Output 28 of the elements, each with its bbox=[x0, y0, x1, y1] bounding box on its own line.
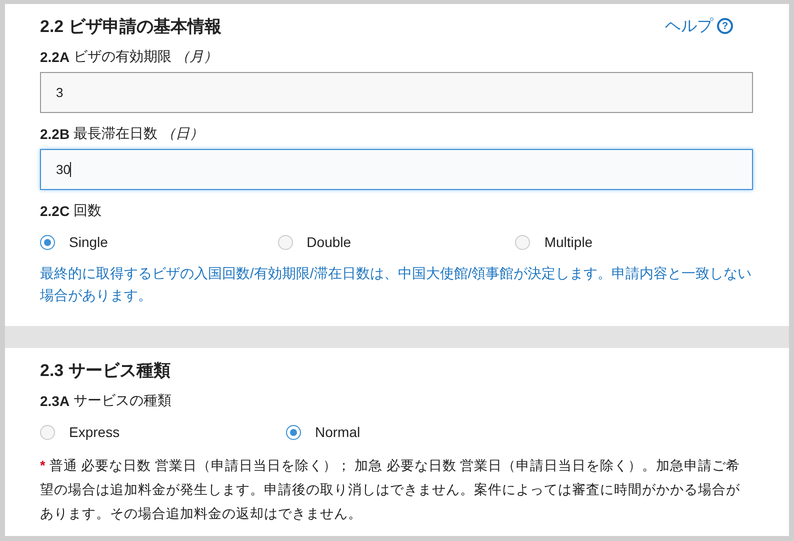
radio-button[interactable] bbox=[40, 424, 55, 440]
field-unit: （日） bbox=[162, 125, 204, 143]
option-label[interactable]: Double bbox=[306, 234, 352, 250]
help-icon: ? bbox=[717, 18, 733, 34]
field-code: 2.3A bbox=[40, 393, 70, 409]
field-label: サービスの種類 bbox=[74, 392, 172, 410]
option-label[interactable]: Single bbox=[69, 234, 108, 250]
field-code: 2.2A bbox=[40, 49, 70, 65]
field-unit: （月） bbox=[176, 48, 218, 66]
info-note: 最終的に取得するビザの入国回数/有効期限/滞在日数は、中国大使館/領事館が決定します。申請内容と一致しない場合があります。 bbox=[40, 264, 753, 305]
field-label: 回数 bbox=[74, 202, 102, 220]
field-label: 最長滞在日数 bbox=[74, 125, 158, 143]
radio-button[interactable] bbox=[515, 234, 530, 250]
section-title: 2.2 ビザ申請の基本情報 bbox=[40, 16, 222, 38]
option-label[interactable]: Multiple bbox=[544, 234, 593, 250]
section-title: 2.3 サービス種類 bbox=[40, 360, 170, 382]
radio-button[interactable] bbox=[40, 234, 55, 250]
option-label[interactable]: Normal bbox=[315, 424, 360, 440]
input-field[interactable]: 3 bbox=[40, 72, 753, 113]
help-link[interactable]: ヘルプ ? bbox=[665, 16, 733, 36]
service-note: * 普通 必要な日数 営業日（申請日当日を除く）； 加急 必要な日数 営業日（申請日当日を除く）。加急申請ご希望の場合は追加料金が発生します。申請後の取り消しはできません。案件によっては審査に時間がかかる場合があります。その場合追加料金の返却はできません。 bbox=[40, 457, 742, 523]
field-code: 2.2B bbox=[40, 126, 70, 142]
option-label[interactable]: Express bbox=[69, 424, 120, 440]
field-label: ビザの有効期限 bbox=[74, 48, 172, 66]
radio-button[interactable] bbox=[286, 424, 301, 440]
field-code: 2.2C bbox=[40, 203, 70, 219]
radio-button[interactable] bbox=[278, 234, 293, 250]
input-field[interactable]: 30 bbox=[40, 149, 753, 190]
